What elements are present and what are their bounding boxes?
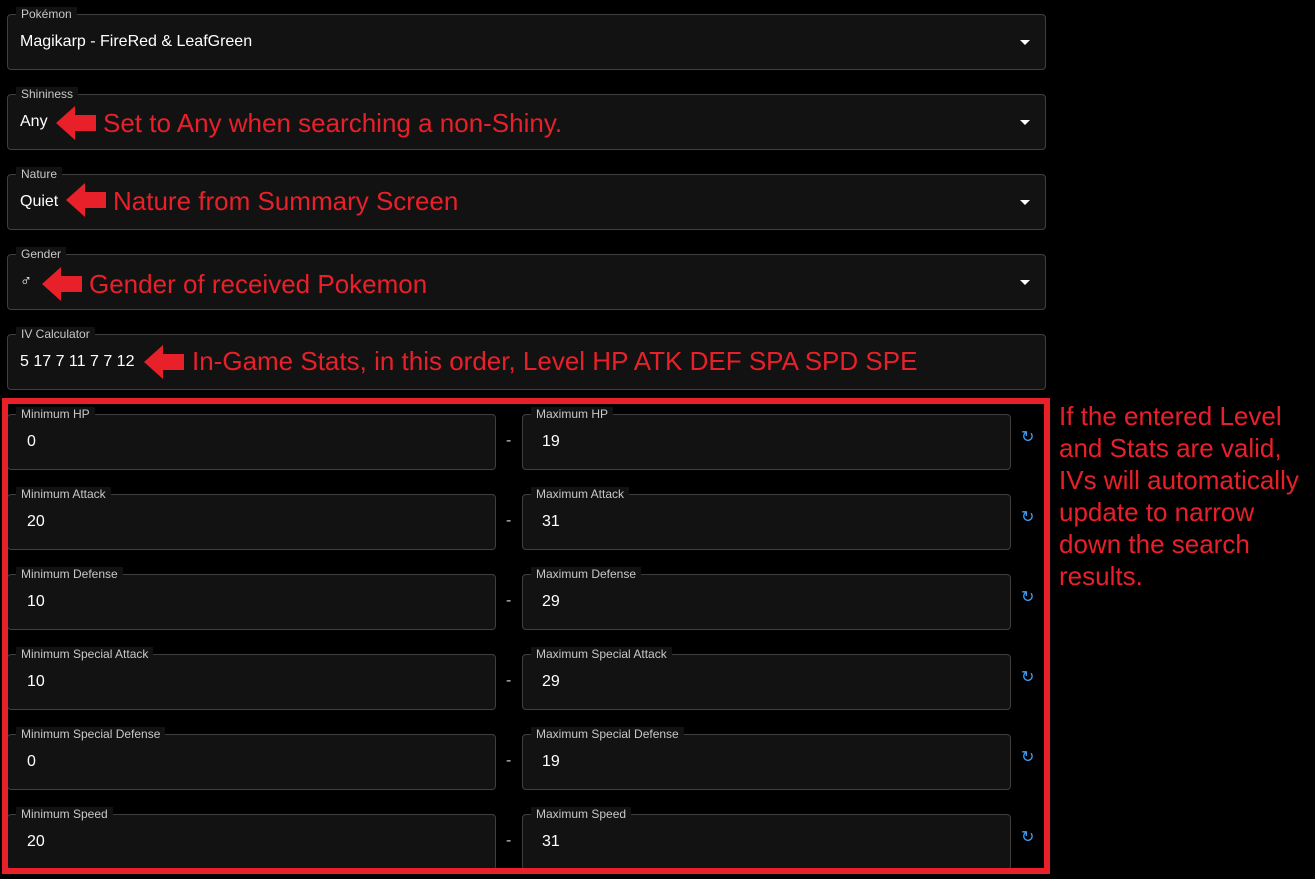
min-speed-input[interactable]: Minimum Speed 20 xyxy=(7,807,496,870)
range-separator: - xyxy=(506,432,512,449)
iv-calculator-annotation: In-Game Stats, in this order, Level HP A… xyxy=(192,346,918,376)
min-special-defense-value: 0 xyxy=(27,753,36,770)
iv-calculator-label: IV Calculator xyxy=(16,327,95,341)
range-separator: - xyxy=(506,592,512,609)
shininess-select-value: Any xyxy=(20,113,48,130)
max-special-defense-value: 19 xyxy=(542,753,560,770)
max-special-attack-value: 29 xyxy=(542,673,560,690)
gender-select-value: ♂ xyxy=(20,273,32,290)
pokemon-select-label: Pokémon xyxy=(16,7,77,21)
max-speed-input[interactable]: Maximum Speed 31 xyxy=(522,807,1011,870)
max-special-attack-input[interactable]: Maximum Special Attack 29 xyxy=(522,647,1011,710)
chevron-down-icon xyxy=(1020,280,1030,285)
range-separator: - xyxy=(506,752,512,769)
max-hp-value: 19 xyxy=(542,433,560,450)
shininess-select-label: Shininess xyxy=(16,87,79,101)
min-special-attack-input[interactable]: Minimum Special Attack 10 xyxy=(7,647,496,710)
range-separator: - xyxy=(506,672,512,689)
reset-icon[interactable]: ↻ xyxy=(1021,508,1034,528)
min-special-attack-value: 10 xyxy=(27,673,45,690)
max-defense-input[interactable]: Maximum Defense 29 xyxy=(522,567,1011,630)
max-special-defense-input[interactable]: Maximum Special Defense 19 xyxy=(522,727,1011,790)
min-attack-value: 20 xyxy=(27,513,45,530)
reset-icon[interactable]: ↻ xyxy=(1021,748,1034,768)
reset-icon[interactable]: ↻ xyxy=(1021,828,1034,848)
min-attack-input[interactable]: Minimum Attack 20 xyxy=(7,487,496,550)
red-left-arrow-icon xyxy=(56,106,96,140)
max-hp-label: Maximum HP xyxy=(531,407,614,421)
iv-update-annotation: If the entered Level and Stats are valid… xyxy=(1059,401,1299,591)
range-separator: - xyxy=(506,832,512,849)
max-defense-label: Maximum Defense xyxy=(531,567,642,581)
gender-annotation: Gender of received Pokemon xyxy=(89,269,428,299)
red-left-arrow-icon xyxy=(144,345,184,379)
nature-annotation: Nature from Summary Screen xyxy=(113,186,459,216)
max-speed-label: Maximum Speed xyxy=(531,807,632,821)
red-left-arrow-icon xyxy=(42,267,82,301)
pokemon-select-value: Magikarp - FireRed & LeafGreen xyxy=(20,33,253,50)
chevron-down-icon xyxy=(1020,200,1030,205)
min-hp-input[interactable]: Minimum HP 0 xyxy=(7,407,496,470)
max-defense-value: 29 xyxy=(542,593,560,610)
min-speed-label: Minimum Speed xyxy=(16,807,113,821)
pokemon-select[interactable]: Pokémon Magikarp - FireRed & LeafGreen xyxy=(7,7,1046,70)
max-attack-value: 31 xyxy=(542,513,560,530)
shininess-annotation: Set to Any when searching a non-Shiny. xyxy=(103,108,563,138)
max-attack-label: Maximum Attack xyxy=(531,487,630,501)
max-hp-input[interactable]: Maximum HP 19 xyxy=(522,407,1011,470)
min-defense-label: Minimum Defense xyxy=(16,567,123,581)
reset-icon[interactable]: ↻ xyxy=(1021,668,1034,688)
gender-select-label: Gender xyxy=(16,247,67,261)
reset-icon[interactable]: ↻ xyxy=(1021,428,1034,448)
max-special-defense-label: Maximum Special Defense xyxy=(531,727,684,741)
min-speed-value: 20 xyxy=(27,833,45,850)
nature-select-label: Nature xyxy=(16,167,63,181)
min-hp-label: Minimum HP xyxy=(16,407,95,421)
max-attack-input[interactable]: Maximum Attack 31 xyxy=(522,487,1011,550)
chevron-down-icon xyxy=(1020,40,1030,45)
chevron-down-icon xyxy=(1020,120,1030,125)
min-special-defense-input[interactable]: Minimum Special Defense 0 xyxy=(7,727,496,790)
red-left-arrow-icon xyxy=(66,183,106,217)
min-special-defense-label: Minimum Special Defense xyxy=(16,727,166,741)
range-separator: - xyxy=(506,512,512,529)
min-hp-value: 0 xyxy=(27,433,36,450)
min-defense-input[interactable]: Minimum Defense 10 xyxy=(7,567,496,630)
max-special-attack-label: Maximum Special Attack xyxy=(531,647,672,661)
min-defense-value: 10 xyxy=(27,593,45,610)
reset-icon[interactable]: ↻ xyxy=(1021,588,1034,608)
min-attack-label: Minimum Attack xyxy=(16,487,111,501)
nature-select-value: Quiet xyxy=(20,193,59,210)
max-speed-value: 31 xyxy=(542,833,560,850)
min-special-attack-label: Minimum Special Attack xyxy=(16,647,154,661)
iv-calculator-value: 5 17 7 11 7 7 12 xyxy=(20,353,135,370)
